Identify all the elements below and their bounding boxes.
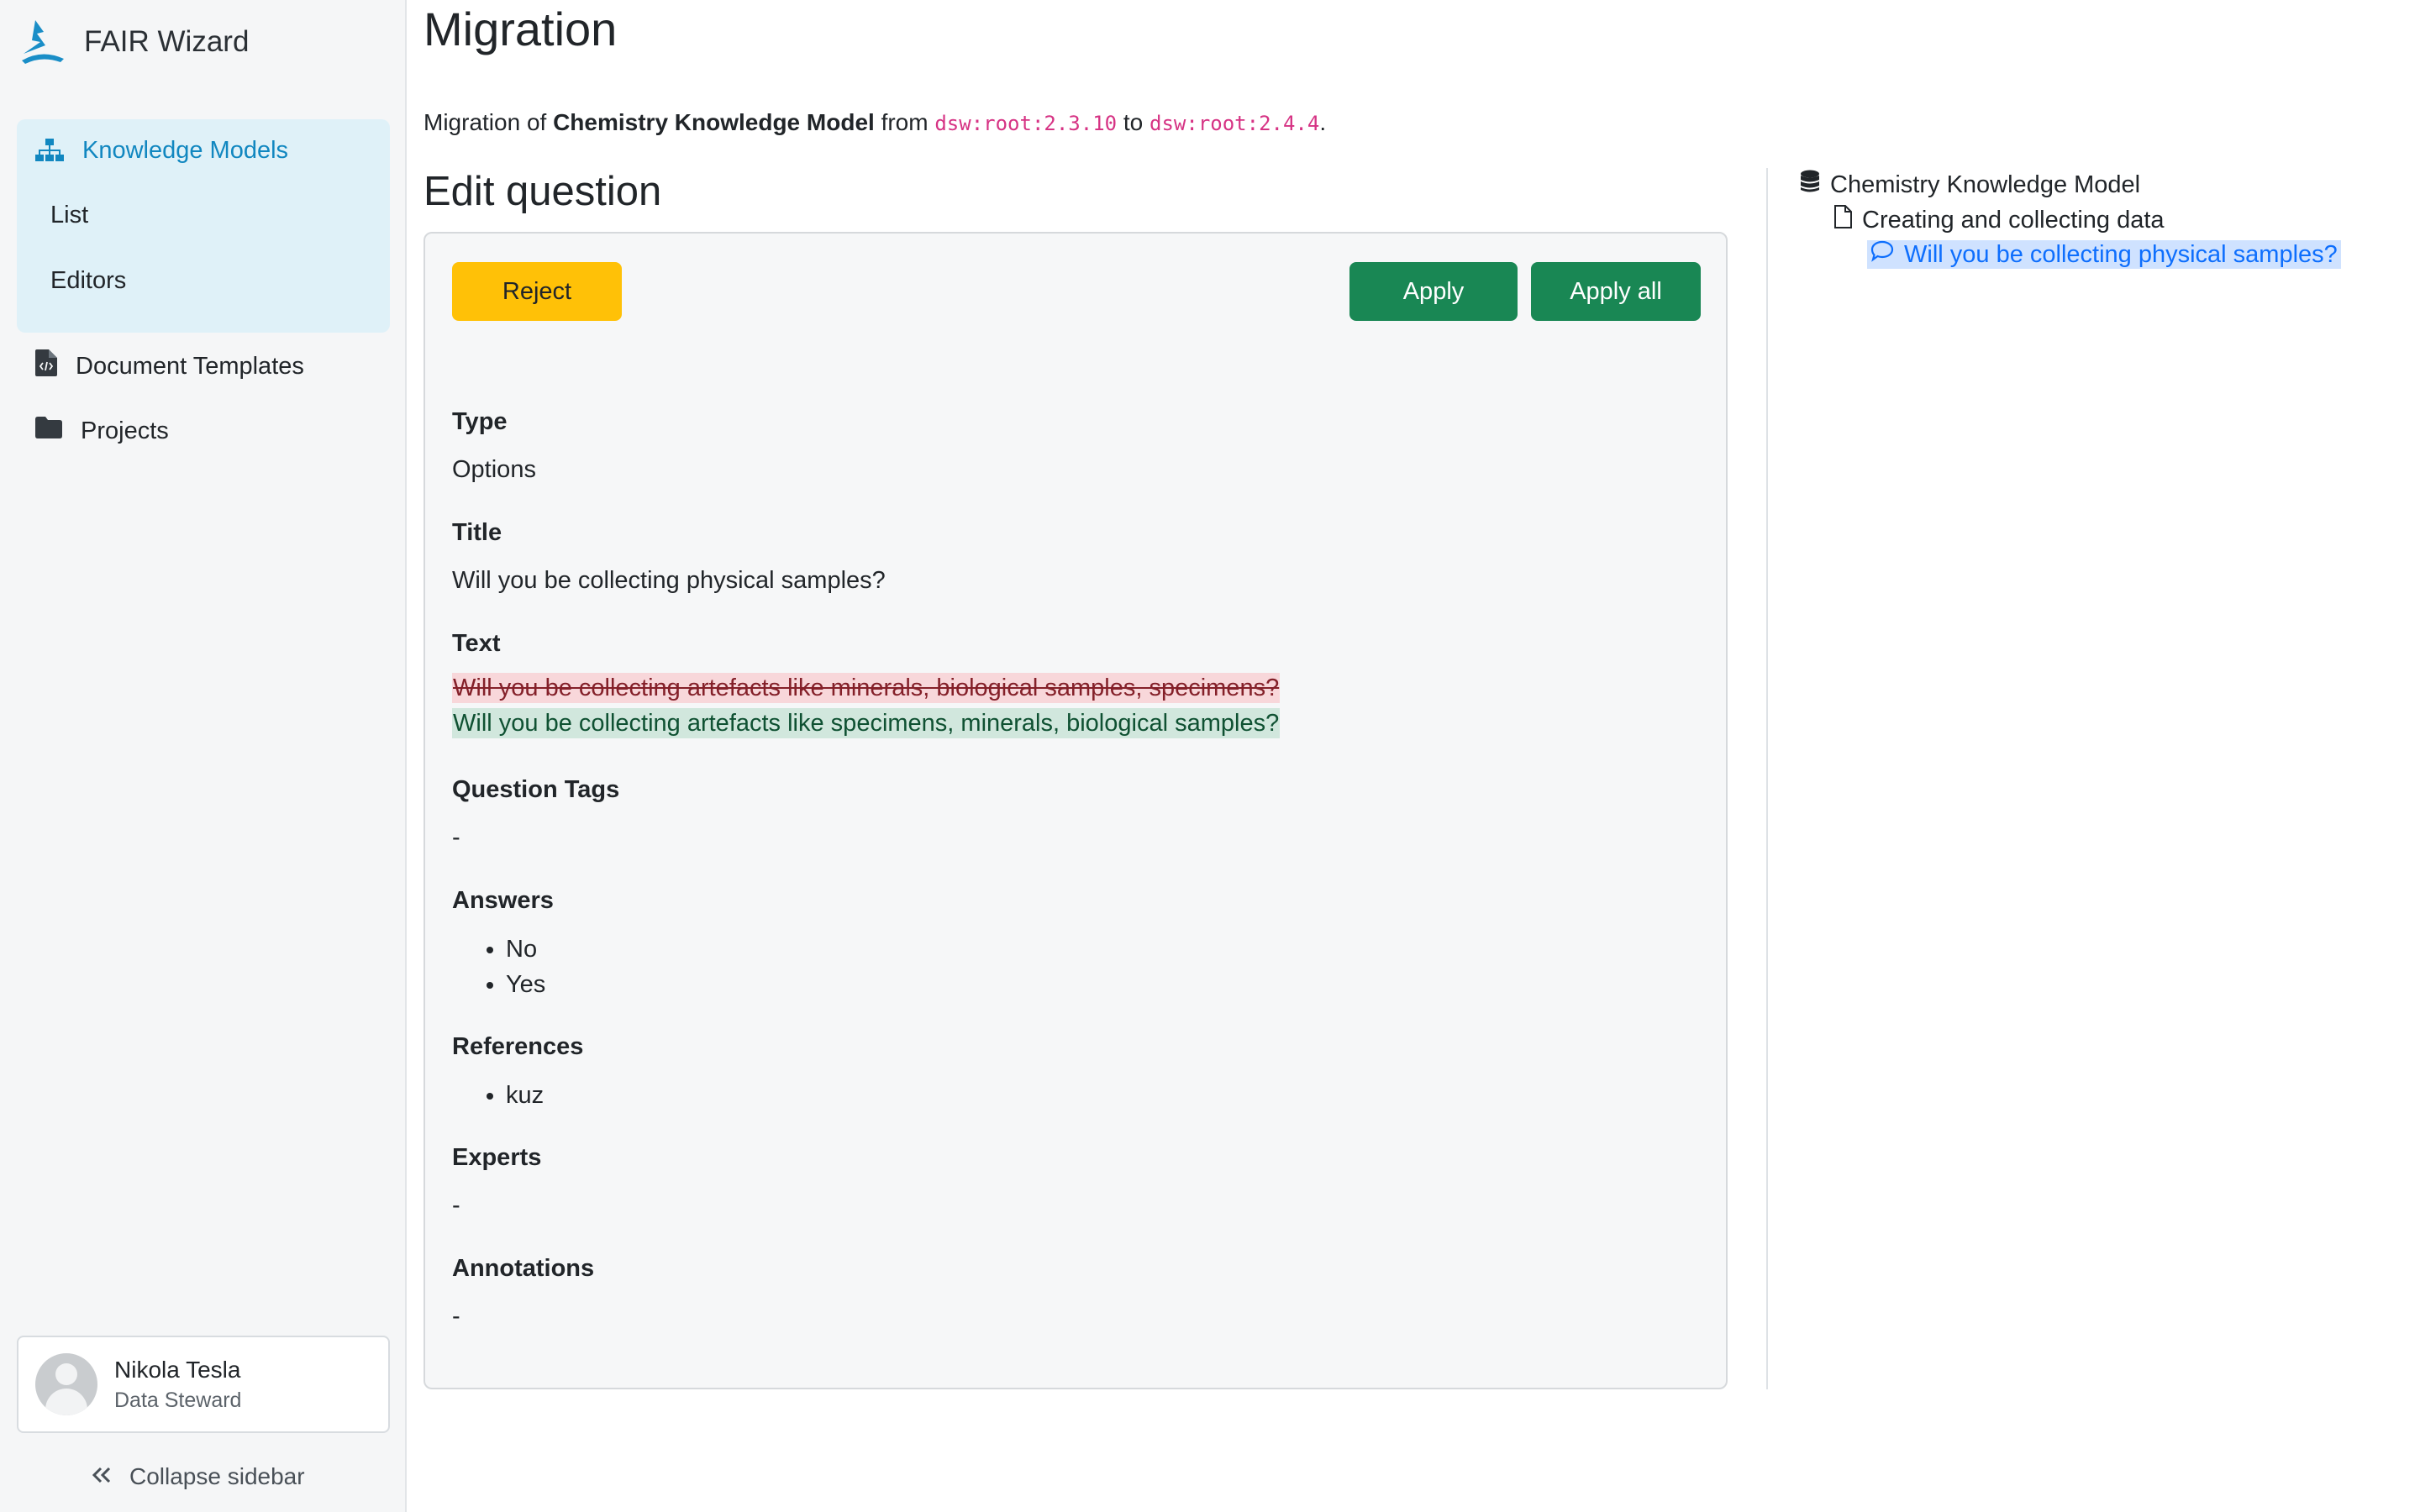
field-label: Answers [452, 887, 554, 914]
sidebar-item-label: Document Templates [76, 352, 304, 380]
field-value: - [452, 1192, 460, 1219]
diff-removed-text: Will you be collecting artefacts like mi… [452, 673, 1281, 703]
km-name: Chemistry Knowledge Model [553, 109, 875, 135]
field-value: Options [452, 456, 536, 483]
comment-icon [1870, 240, 1894, 269]
text-diff: Will you be collecting artefacts like mi… [452, 673, 1281, 738]
list-item: kuz [506, 1078, 583, 1113]
sitemap-icon [35, 136, 64, 165]
field-label: References [452, 1033, 584, 1060]
field-label: Question Tags [452, 776, 620, 803]
diff-added-text: Will you be collecting artefacts like sp… [452, 708, 1281, 738]
answers-list: No Yes [452, 932, 554, 1002]
user-name: Nikola Tesla [114, 1356, 241, 1383]
tree-item-question[interactable]: Will you be collecting physical samples? [1867, 240, 2341, 269]
user-profile-card[interactable]: Nikola Tesla Data Steward [17, 1336, 390, 1433]
folder-icon [35, 417, 62, 445]
field-label: Experts [452, 1144, 542, 1171]
tree-item-label: Will you be collecting physical samples? [1904, 240, 2338, 268]
sidebar-subitem-editors[interactable]: Editors [50, 267, 126, 295]
avatar [35, 1353, 97, 1415]
sidebar-item-document-templates[interactable]: Document Templates [35, 349, 304, 383]
tree-item-chapter[interactable]: Creating and collecting data [1833, 205, 2165, 235]
field-references: References kuz [452, 1033, 583, 1113]
field-answers: Answers No Yes [452, 887, 554, 1002]
list-item: Yes [506, 967, 554, 1002]
field-value: Will you be collecting physical samples? [452, 567, 886, 594]
field-type: Type Options [452, 408, 536, 484]
migration-to-word: to [1117, 109, 1150, 135]
apply-button[interactable]: Apply [1349, 262, 1518, 321]
migration-description: Migration of Chemistry Knowledge Model f… [424, 109, 1326, 136]
field-question-tags: Question Tags - [452, 776, 619, 852]
field-value: - [452, 824, 460, 851]
to-version: dsw:root:2.4.4 [1150, 112, 1320, 135]
field-label: Text [452, 630, 501, 657]
sidebar-item-label: Projects [81, 417, 169, 444]
apply-all-button[interactable]: Apply all [1531, 262, 1701, 321]
sidebar-item-knowledge-models[interactable]: Knowledge Models [35, 136, 288, 165]
double-chevron-left-icon [91, 1463, 113, 1490]
user-role: Data Steward [114, 1388, 242, 1412]
migration-prefix: Migration of [424, 109, 554, 135]
collapse-sidebar-button[interactable]: Collapse sidebar [91, 1463, 305, 1490]
fair-wizard-logo-icon [22, 20, 64, 64]
list-item: No [506, 932, 554, 967]
tree-item-knowledge-model[interactable]: Chemistry Knowledge Model [1800, 170, 2140, 200]
user-info: Nikola Tesla Data Steward [114, 1357, 241, 1413]
section-title: Edit question [424, 169, 662, 214]
field-annotations: Annotations - [452, 1255, 594, 1331]
field-label: Annotations [452, 1255, 595, 1282]
brand[interactable]: FAIR Wizard [18, 15, 249, 69]
reject-button[interactable]: Reject [452, 262, 622, 321]
tree-item-label: Creating and collecting data [1862, 206, 2165, 234]
sidebar-subitem-list[interactable]: List [50, 202, 88, 229]
field-label: Title [452, 519, 502, 546]
sidebar-item-label: Knowledge Models [82, 136, 289, 164]
database-icon [1800, 170, 1820, 200]
field-experts: Experts - [452, 1144, 541, 1220]
field-title: Title Will you be collecting physical sa… [452, 519, 886, 595]
migration-from-word: from [874, 109, 935, 135]
collapse-sidebar-label: Collapse sidebar [129, 1463, 305, 1489]
field-text: Text Will you be collecting artefacts li… [452, 630, 1281, 738]
sidebar: FAIR Wizard Knowledge Models List Editor… [0, 0, 407, 1512]
migration-change-card: Reject Apply Apply all Type Options Titl… [424, 232, 1728, 1389]
file-code-icon [35, 349, 57, 383]
tree-item-label: Chemistry Knowledge Model [1830, 171, 2141, 198]
field-value: - [452, 1303, 460, 1330]
from-version: dsw:root:2.3.10 [934, 112, 1118, 135]
field-label: Type [452, 408, 508, 435]
brand-name: FAIR Wizard [84, 25, 250, 58]
migration-suffix: . [1319, 109, 1327, 135]
file-icon [1833, 205, 1852, 235]
tree-divider [1766, 168, 1768, 1389]
references-list: kuz [452, 1078, 583, 1113]
app-root: FAIR Wizard Knowledge Models List Editor… [0, 0, 2420, 1512]
page-title: Migration [424, 3, 618, 55]
nav-group-knowledge-models: Knowledge Models List Editors [17, 119, 390, 333]
sidebar-item-projects[interactable]: Projects [35, 417, 169, 445]
